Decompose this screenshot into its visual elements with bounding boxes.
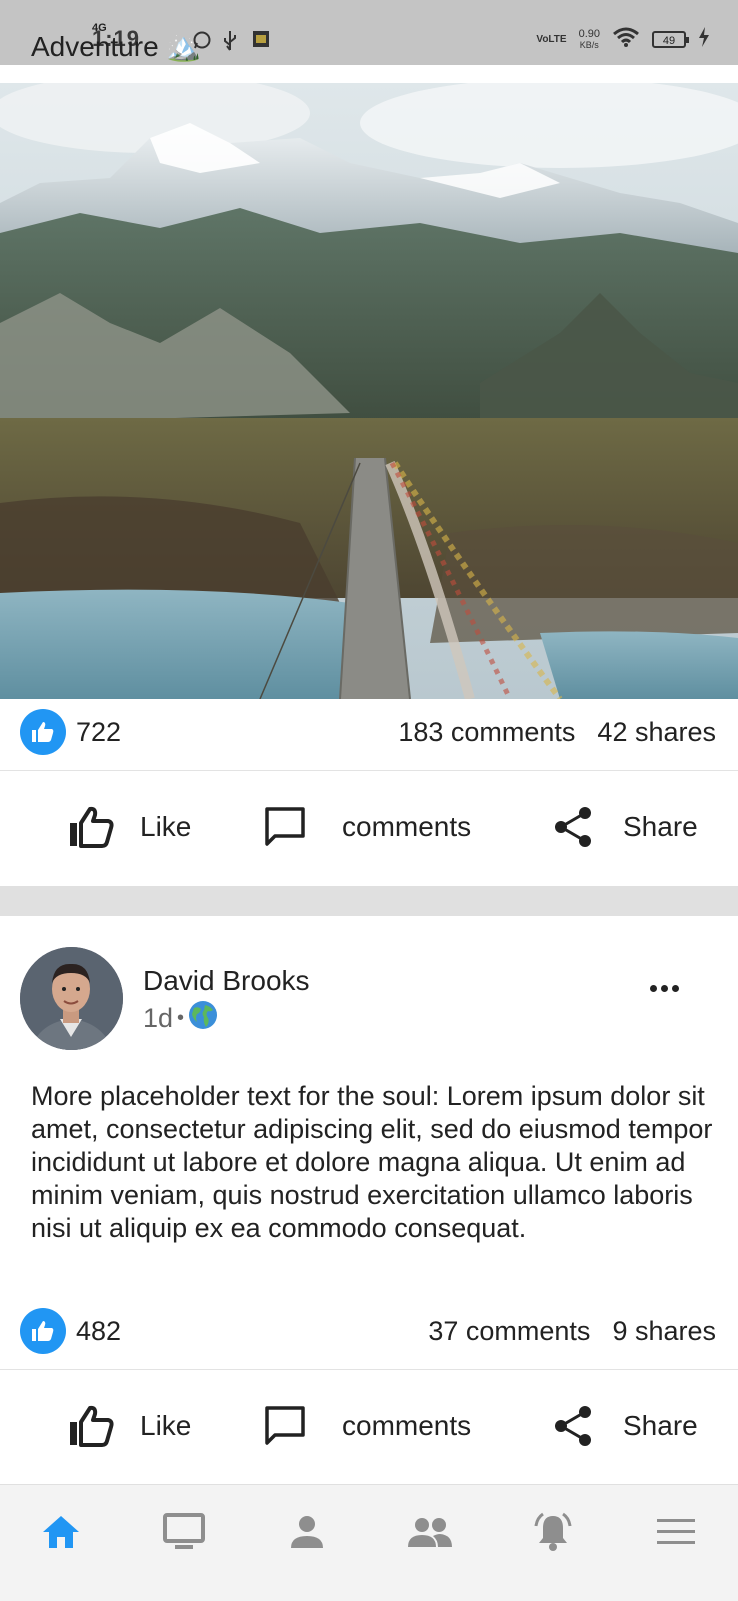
monitor-icon[interactable] — [154, 1507, 214, 1557]
share-label: Share — [623, 811, 698, 842]
like-badge-icon — [20, 709, 66, 755]
comment-label: comments — [342, 1410, 472, 1441]
person-icon[interactable] — [277, 1507, 337, 1557]
more-icon-dot — [650, 985, 657, 992]
sim-card-icon — [252, 30, 270, 53]
like-label: Like — [140, 1410, 192, 1441]
post-separator — [0, 886, 738, 916]
share-icon — [553, 1405, 593, 1447]
more-options-button[interactable] — [650, 985, 679, 992]
charging-icon — [698, 27, 710, 52]
comment-icon — [264, 1405, 306, 1447]
thumbs-up-icon — [68, 806, 114, 848]
wifi-icon — [612, 26, 640, 53]
avatar[interactable] — [20, 947, 123, 1050]
more-icon-dot — [661, 985, 668, 992]
comment-label: comments — [342, 811, 472, 842]
share-count[interactable]: 9 shares — [612, 1316, 716, 1347]
post2-stats: 482 37 comments 9 shares — [0, 1296, 738, 1366]
clock: 1:19 — [92, 26, 141, 51]
post-body: More placeholder text for the soul: Lore… — [31, 1081, 713, 1243]
meta-separator: • — [177, 1007, 185, 1029]
comment-button[interactable]: comments — [264, 1370, 471, 1482]
share-label: Share — [623, 1410, 698, 1441]
battery-indicator: 49 — [652, 31, 689, 48]
like-label: Like — [140, 811, 192, 842]
share-icon — [553, 806, 593, 848]
post2-actions: Like comments Share — [0, 1370, 738, 1482]
comment-count[interactable]: 37 comments — [428, 1316, 590, 1347]
comment-icon — [264, 806, 306, 848]
status-right: VoLTE 0.90 KB/s 49 — [536, 26, 710, 53]
like-button[interactable]: Like — [68, 771, 191, 883]
share-count[interactable]: 42 shares — [597, 717, 716, 748]
more-icon-dot — [672, 985, 679, 992]
group-icon[interactable] — [400, 1507, 460, 1557]
post-image[interactable] — [0, 83, 738, 699]
whatsapp-icon — [192, 30, 212, 55]
post1-stats: 722 183 comments 42 shares — [0, 697, 738, 767]
volte-indicator: VoLTE — [536, 33, 567, 45]
globe-icon — [188, 1000, 218, 1037]
author-name[interactable]: David Brooks — [143, 965, 310, 997]
status-bar: Adventure 🏔️ 4G 1:19 VoLTE 0.90 KB/s 49 — [0, 0, 738, 65]
post1-actions: Like comments Share — [0, 771, 738, 883]
like-badge-icon — [20, 1308, 66, 1354]
thumbs-up-icon — [68, 1405, 114, 1447]
comment-count[interactable]: 183 comments — [398, 717, 575, 748]
bottom-navigation — [0, 1484, 738, 1601]
network-speed: 0.90 KB/s — [578, 27, 600, 50]
like-count[interactable]: 482 — [76, 1316, 121, 1347]
menu-icon[interactable] — [646, 1507, 706, 1557]
like-count[interactable]: 722 — [76, 717, 121, 748]
notification-bell-icon[interactable] — [523, 1507, 583, 1557]
share-button[interactable]: Share — [553, 1370, 698, 1482]
comment-button[interactable]: comments — [264, 771, 471, 883]
like-button[interactable]: Like — [68, 1370, 191, 1482]
post-time: 1d — [143, 1003, 174, 1033]
post-meta: 1d • — [143, 1000, 218, 1037]
home-icon[interactable] — [31, 1507, 91, 1557]
share-button[interactable]: Share — [553, 771, 698, 883]
usb-icon — [222, 30, 238, 57]
